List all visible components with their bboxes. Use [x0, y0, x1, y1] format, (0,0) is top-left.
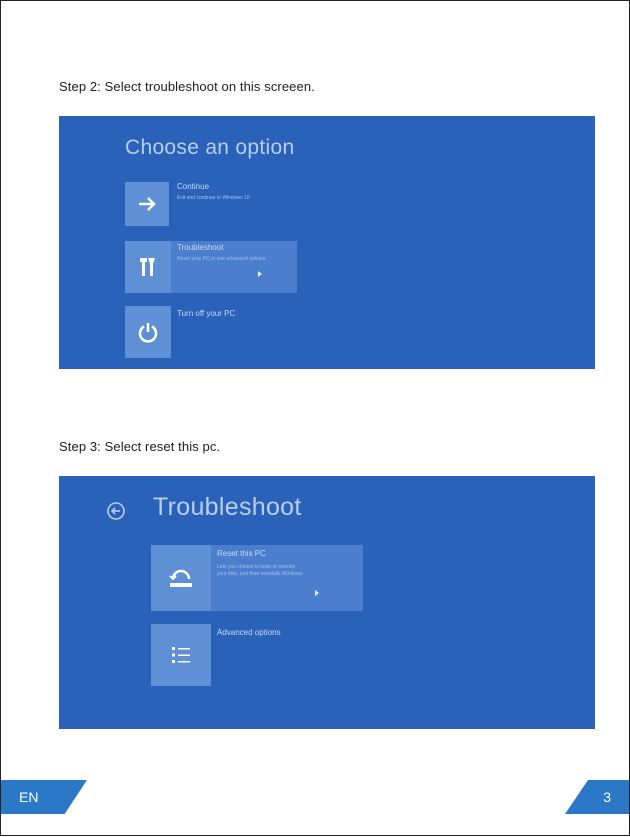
manual-page: Step 2: Select troubleshoot on this scre…	[0, 0, 630, 836]
continue-tile[interactable]	[125, 182, 169, 226]
back-arrow-icon[interactable]	[105, 500, 127, 522]
screen-title: Troubleshoot	[153, 493, 302, 521]
option-title: Reset this PC	[217, 549, 266, 558]
step-3-caption: Step 3: Select reset this pc.	[59, 439, 221, 454]
option-description-line: your files, and then reinstalls Windows.	[217, 571, 304, 577]
advanced-options-tile[interactable]	[151, 624, 211, 686]
language-badge: EN	[1, 780, 87, 814]
page-number: 3	[603, 789, 611, 805]
reset-pc-icon	[169, 569, 192, 587]
arrow-right-icon	[139, 197, 156, 211]
option-title: Advanced options	[217, 628, 281, 637]
option-description-line: Lets you choose to keep or remove	[217, 564, 296, 570]
troubleshoot-screenshot: Troubleshoot Reset this PC Lets you choo…	[59, 476, 595, 729]
tools-icon	[140, 258, 155, 276]
step-2-caption: Step 2: Select troubleshoot on this scre…	[59, 79, 315, 94]
option-description: Reset your PC or see advanced options	[177, 256, 266, 262]
screen-title: Choose an option	[125, 136, 295, 159]
chevron-right-icon	[315, 590, 319, 596]
chevron-right-icon	[258, 271, 262, 277]
language-label: EN	[19, 789, 39, 805]
reset-tile[interactable]	[151, 545, 211, 611]
power-icon	[138, 323, 158, 343]
option-description: Exit and continue to Windows 10	[177, 195, 250, 201]
troubleshoot-tile[interactable]	[125, 241, 171, 293]
option-title: Continue	[177, 182, 210, 191]
option-title: Troubleshoot	[177, 243, 224, 252]
option-title: Turn off your PC	[177, 309, 236, 318]
choose-option-screenshot: Choose an option Continue Exit and conti…	[59, 116, 595, 369]
checklist-icon	[172, 647, 190, 663]
turn-off-tile[interactable]	[125, 306, 171, 358]
page-number-badge: 3	[565, 780, 629, 814]
